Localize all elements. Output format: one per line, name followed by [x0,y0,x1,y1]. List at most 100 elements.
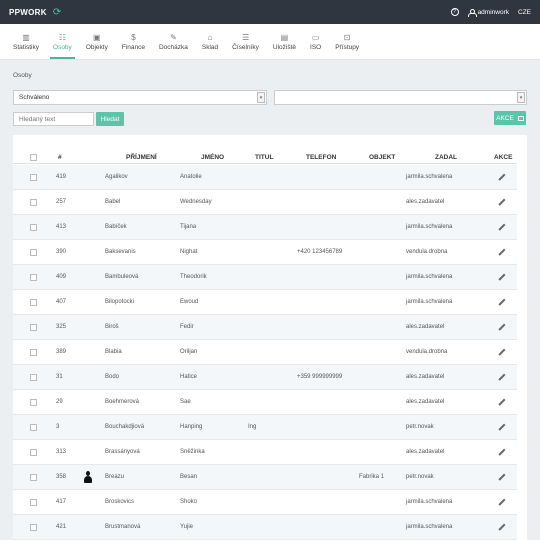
header-entered-by[interactable]: ZADAL [435,150,457,164]
checkbox[interactable] [30,323,37,331]
cell-surname: Bilopotocki [105,299,135,305]
checkbox[interactable] [30,348,37,356]
pencil-icon [498,399,505,406]
nav-item-lock[interactable]: ⊡ Přístupy [328,33,366,59]
select-all-checkbox[interactable] [30,150,37,164]
nav-item-building[interactable]: ▣ Objekty [79,33,115,59]
table-row[interactable]: 413 Babíček Tijana jarmila.schvalena [13,215,517,240]
table-row[interactable]: 3 Bouchakdjiová Hanping Ing petr.novak [13,415,517,440]
chevron-down-icon: ▾ [257,92,265,103]
edit-button[interactable] [498,165,505,189]
checkbox[interactable] [30,173,37,181]
user-menu[interactable]: adminwork [467,8,509,17]
nav-item-people[interactable]: ☷ Osoby [46,33,79,59]
secondary-filter-select[interactable]: ▾ [274,90,527,105]
table-row[interactable]: 313 Brassányová Sněžinka ales.zadavatel [13,440,517,465]
checkbox[interactable] [30,298,37,306]
table-row[interactable]: 389 Blabia Oriljan vendula.drobna [13,340,517,365]
edit-button[interactable] [498,390,505,414]
cell-entered-by: petr.novak [406,424,434,430]
row-checkbox-cell[interactable] [30,415,37,439]
cell-object: Fabrika 1 [359,474,385,480]
row-checkbox-cell[interactable] [30,390,37,414]
edit-button[interactable] [498,240,505,264]
checkbox[interactable] [30,498,37,506]
header-title[interactable]: TITUL [255,150,273,164]
header-surname[interactable]: PŘÍJMENÍ [126,150,157,164]
nav-item-dollar[interactable]: $ Finance [115,33,152,59]
checkbox[interactable] [30,448,37,456]
table-row[interactable]: 419 Agalikov Anatolie jarmila.schvalena [13,165,517,190]
nav-item-pen[interactable]: ✎ Docházka [152,33,195,59]
table-row[interactable]: 421 Brustmanová Yujie jarmila.schvalena [13,515,517,540]
checkbox[interactable] [30,248,37,256]
checkbox[interactable] [30,198,37,206]
cell-entered-by: vendula.drobna [406,249,448,255]
row-checkbox-cell[interactable] [30,190,37,214]
header-phone[interactable]: TELEFON [306,150,336,164]
header-object[interactable]: OBJEKT [369,150,395,164]
row-checkbox-cell[interactable] [30,290,37,314]
edit-button[interactable] [498,465,505,489]
help-icon[interactable]: ? [450,8,459,16]
cell-name: Tijana [180,224,197,230]
search-input[interactable] [13,112,94,126]
row-checkbox-cell[interactable] [30,265,37,289]
table-row[interactable]: 257 Babel Wednesday ales.zadavatel [13,190,517,215]
checkbox[interactable] [30,398,37,406]
checkbox[interactable] [30,273,37,281]
refresh-icon[interactable]: ⟳ [53,7,61,18]
table-row[interactable]: 390 Baksevanis Nighat +420 123456789 vendula… [13,240,517,265]
edit-button[interactable] [498,340,505,364]
nav-item-bar-chart[interactable]: ▥ Statistiky [6,33,46,59]
search-button[interactable]: Hledat [96,112,124,126]
edit-button[interactable] [498,490,505,514]
row-checkbox-cell[interactable] [30,490,37,514]
table-row[interactable]: 325 Biroš Fedir ales.zadavatel [13,315,517,340]
actions-button[interactable]: AKCE [494,111,526,125]
table-row[interactable]: 358 Breazu Besan Fabrika 1 petr.novak [13,465,517,490]
bar-chart-icon: ▥ [22,33,30,42]
edit-button[interactable] [498,215,505,239]
row-checkbox-cell[interactable] [30,340,37,364]
row-checkbox-cell[interactable] [30,515,37,539]
cell-surname: Biroš [105,324,119,330]
row-checkbox-cell[interactable] [30,465,37,489]
cell-title: Ing [248,424,257,430]
checkbox[interactable] [30,223,37,231]
table-row[interactable]: 407 Bilopotocki Ewoud jarmila.schvalena [13,290,517,315]
nav-item-save[interactable]: ▤ Uložiště [266,33,303,59]
checkbox[interactable] [30,373,37,381]
header-name[interactable]: JMÉNO [201,150,224,164]
edit-button[interactable] [498,365,505,389]
row-checkbox-cell[interactable] [30,240,37,264]
table-row[interactable]: 29 Boehmerová Sae ales.zadavatel [13,390,517,415]
edit-button[interactable] [498,415,505,439]
nav-item-warehouse[interactable]: ⌂ Sklad [195,33,225,59]
edit-button[interactable] [498,515,505,539]
cell-surname: Baksevanis [105,249,136,255]
row-checkbox-cell[interactable] [30,440,37,464]
edit-button[interactable] [498,190,505,214]
edit-button[interactable] [498,265,505,289]
table-row[interactable]: 417 Broskovics Shoko jarmila.schvalena [13,490,517,515]
nav-item-list[interactable]: ☰ Číselníky [225,33,266,59]
table-row[interactable]: 31 Bodo Hatice +359 999999999 ales.zadavatel [13,365,517,390]
row-checkbox-cell[interactable] [30,215,37,239]
language-switch[interactable]: CZE [518,9,531,16]
checkbox[interactable] [30,473,37,481]
row-checkbox-cell[interactable] [30,315,37,339]
row-checkbox-cell[interactable] [30,165,37,189]
table-row[interactable]: 409 Bambuleová Theodorik jarmila.schvalena [13,265,517,290]
edit-button[interactable] [498,290,505,314]
row-checkbox-cell[interactable] [30,365,37,389]
header-number[interactable]: # [58,150,62,164]
pencil-icon [498,424,505,431]
checkbox[interactable] [30,423,37,431]
nav-item-iso[interactable]: ▭ ISO [303,33,328,59]
checkbox[interactable] [30,523,37,531]
edit-button[interactable] [498,440,505,464]
edit-button[interactable] [498,315,505,339]
status-filter-select[interactable]: Schváleno ▾ [13,90,267,105]
checkbox[interactable] [30,153,37,161]
